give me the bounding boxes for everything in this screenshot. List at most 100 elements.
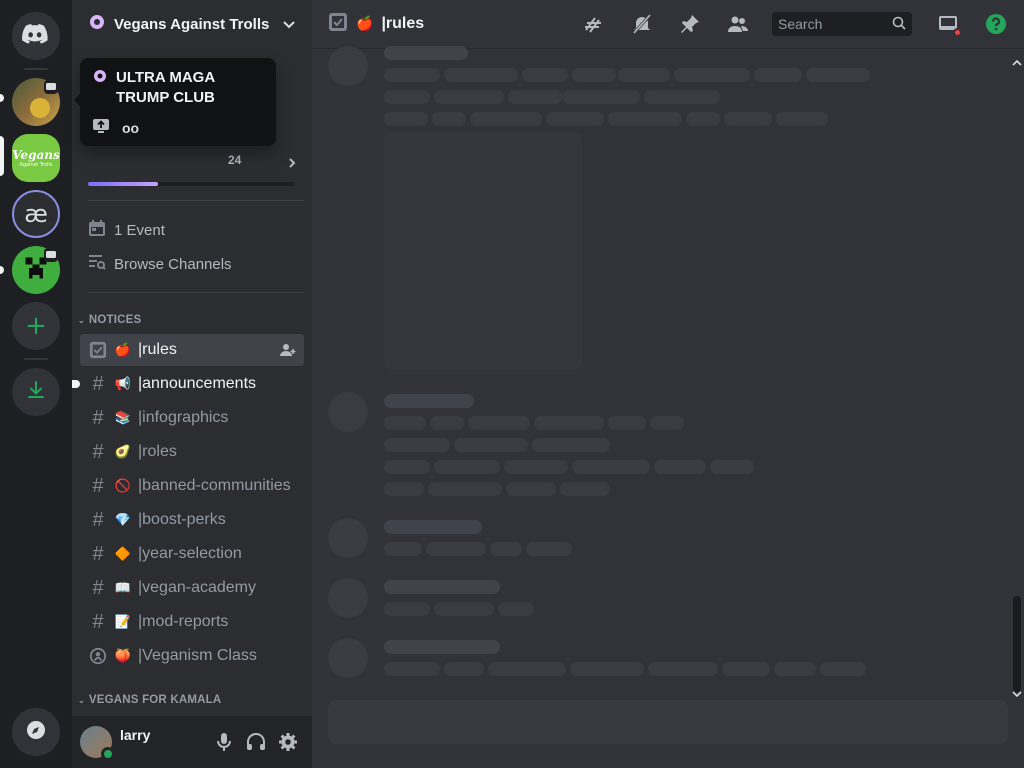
explore-button[interactable] — [12, 708, 60, 756]
category-vegans-for-kamala[interactable]: ⌄ VEGANS FOR KAMALA — [78, 694, 221, 706]
channel-item[interactable]: # 📚 |infographics — [80, 402, 304, 434]
skeleton-line — [432, 112, 466, 126]
boost-progress-bar — [88, 182, 294, 186]
channel-item[interactable]: # 🥑 |roles — [80, 436, 304, 468]
skeleton-line — [560, 482, 610, 496]
skeleton-line — [572, 68, 616, 82]
tooltip-title: ULTRA MAGA TRUMP CLUB — [116, 69, 215, 106]
skeleton-line — [754, 68, 802, 82]
member-list-button[interactable] — [726, 12, 750, 36]
channel-name: |roles — [138, 443, 177, 460]
browse-channels-link[interactable]: Browse Channels — [88, 250, 232, 278]
threads-button[interactable] — [582, 12, 606, 36]
skeleton-line — [434, 602, 494, 616]
channel-name: |Veganism Class — [138, 647, 257, 664]
screen-share-icon — [92, 118, 110, 137]
settings-button[interactable] — [272, 726, 304, 758]
skeleton-line — [522, 68, 568, 82]
skeleton-line — [426, 542, 486, 556]
channel-emoji: 📢 — [114, 376, 132, 391]
channel-item[interactable]: # 📢 |announcements — [72, 368, 304, 400]
skeleton-line — [384, 112, 428, 126]
scrollbar-thumb[interactable] — [1013, 596, 1021, 692]
channel-emoji: 🍑 — [114, 648, 132, 663]
skeleton-line — [820, 662, 866, 676]
selected-pill — [0, 136, 4, 176]
skeleton-line — [434, 460, 500, 474]
skeleton-line — [434, 90, 504, 104]
skeleton-line — [384, 602, 430, 616]
message-composer[interactable] — [328, 700, 1008, 744]
download-apps-button[interactable] — [12, 368, 60, 416]
server-vegans-against-trolls[interactable]: Vegans Against Trolls — [12, 134, 60, 182]
tooltip-voice-row: oo — [92, 118, 264, 137]
create-invite-icon[interactable] — [280, 342, 296, 363]
server-ae[interactable]: æ — [12, 190, 60, 238]
sidebar-divider — [88, 292, 304, 293]
skeleton-line — [526, 542, 572, 556]
microphone-button[interactable] — [208, 726, 240, 758]
home-button[interactable] — [12, 12, 60, 60]
server-rail: Vegans Against Trolls æ + — [0, 0, 72, 768]
sidebar-divider — [88, 200, 304, 201]
hashtag-icon: # — [92, 372, 104, 395]
notification-settings-button[interactable] — [630, 12, 654, 36]
inbox-button[interactable] — [936, 12, 962, 37]
help-button[interactable] — [984, 12, 1008, 36]
hashtag-icon: # — [92, 576, 104, 599]
browse-channels-label: Browse Channels — [114, 255, 232, 273]
search-placeholder: Search — [778, 16, 823, 32]
voice-label: oo — [122, 119, 140, 136]
skeleton-line — [384, 482, 424, 496]
voice-badge-icon — [44, 80, 58, 94]
server-sublabel: Against Trolls — [19, 162, 53, 168]
skeleton-avatar — [328, 518, 368, 558]
channel-item[interactable]: # 💎 |boost-perks — [80, 504, 304, 536]
channel-item[interactable]: # 🚫 |banned-communities — [80, 470, 304, 502]
boost-goal[interactable]: 24 — [88, 150, 296, 174]
channel-item[interactable]: # 📖 |vegan-academy — [80, 572, 304, 604]
skeleton-avatar — [328, 392, 368, 432]
channel-title: |rules — [381, 15, 425, 32]
guild-header[interactable]: Vegans Against Trolls — [72, 0, 312, 48]
channel-item[interactable]: 🍑 |Veganism Class — [80, 640, 304, 672]
skeleton-line — [384, 520, 482, 534]
user-name[interactable]: larry — [120, 727, 208, 743]
channel-name: |vegan-academy — [138, 579, 256, 596]
threads-icon — [585, 17, 601, 33]
skeleton-line — [724, 112, 772, 126]
channel-item[interactable]: 🍎 |rules — [80, 334, 304, 366]
skeleton-line — [710, 460, 754, 474]
hashtag-icon: # — [92, 508, 104, 531]
add-server-button[interactable]: + — [12, 302, 60, 350]
headphones-icon — [247, 733, 265, 750]
channel-item[interactable]: # 📝 |mod-reports — [80, 606, 304, 638]
channel-emoji: 🚫 — [114, 478, 132, 493]
category-notices[interactable]: ⌄ NOTICES — [78, 314, 141, 326]
pinned-messages-button[interactable] — [678, 12, 702, 36]
browse-channels-icon — [88, 253, 106, 275]
skeleton-line — [444, 662, 484, 676]
channel-item[interactable]: # 🔶 |year-selection — [80, 538, 304, 570]
skeleton-avatar — [328, 638, 368, 678]
skeleton-line — [428, 482, 502, 496]
members-icon — [728, 16, 748, 32]
user-panel: larry — [72, 716, 312, 768]
channel-emoji: 📝 — [114, 614, 132, 629]
skeleton-line — [384, 68, 440, 82]
events-link[interactable]: 1 Event — [88, 216, 165, 244]
skeleton-line — [498, 602, 534, 616]
chevron-down-icon: ⌄ — [78, 315, 85, 325]
skeleton-line — [618, 68, 670, 82]
skeleton-line — [546, 112, 604, 126]
search-input[interactable]: Search — [772, 12, 912, 36]
skeleton-line — [384, 46, 468, 60]
skeleton-line — [532, 438, 610, 452]
download-icon — [25, 379, 47, 405]
headphones-button[interactable] — [240, 726, 272, 758]
hashtag-icon: # — [92, 610, 104, 633]
skeleton-line — [430, 416, 464, 430]
avatar[interactable] — [80, 726, 115, 761]
compass-icon — [25, 719, 47, 745]
skeleton-line — [674, 68, 750, 82]
